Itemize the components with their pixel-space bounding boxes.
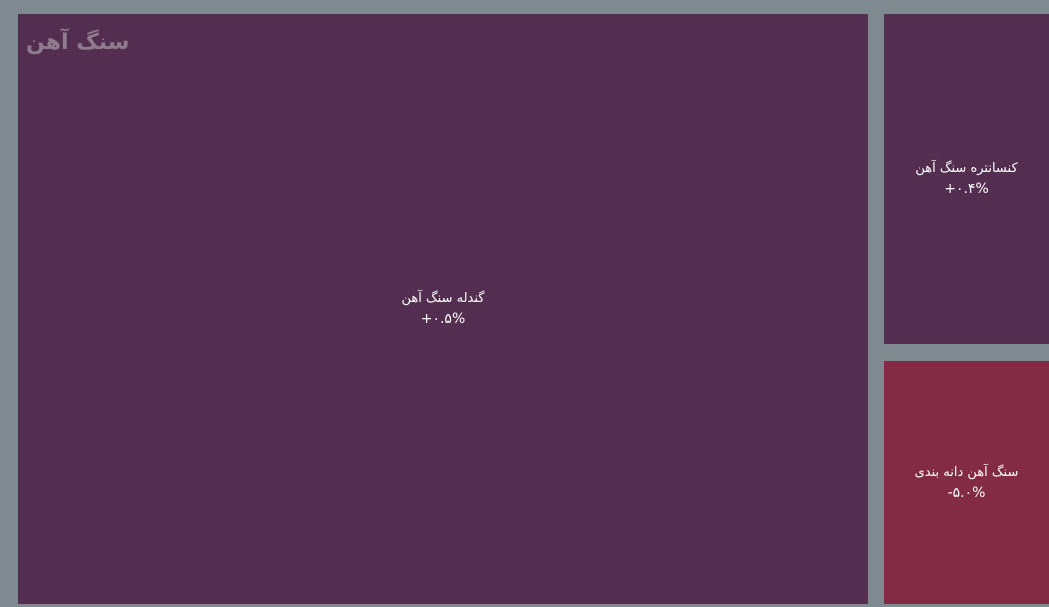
tile-value: +۰.۵%	[420, 311, 466, 327]
tile-label: کنسانتره سنگ آهن	[915, 161, 1018, 176]
tile-graded-ore[interactable]: سنگ آهن دانه بندی -۵.۰%	[884, 361, 1049, 604]
treemap-chart: گندله سنگ آهن +۰.۵% کنسانتره سنگ آهن +۰.…	[0, 0, 1049, 607]
tile-value: -۵.۰%	[947, 484, 986, 501]
tile-gandale[interactable]: گندله سنگ آهن +۰.۵%	[18, 14, 868, 604]
group-title: سنگ آهن	[26, 30, 130, 55]
tile-concentrate[interactable]: کنسانتره سنگ آهن +۰.۴%	[884, 14, 1049, 344]
tile-value: +۰.۴%	[944, 181, 989, 197]
tile-label: سنگ آهن دانه بندی	[914, 464, 1019, 480]
tile-label: گندله سنگ آهن	[401, 291, 485, 306]
